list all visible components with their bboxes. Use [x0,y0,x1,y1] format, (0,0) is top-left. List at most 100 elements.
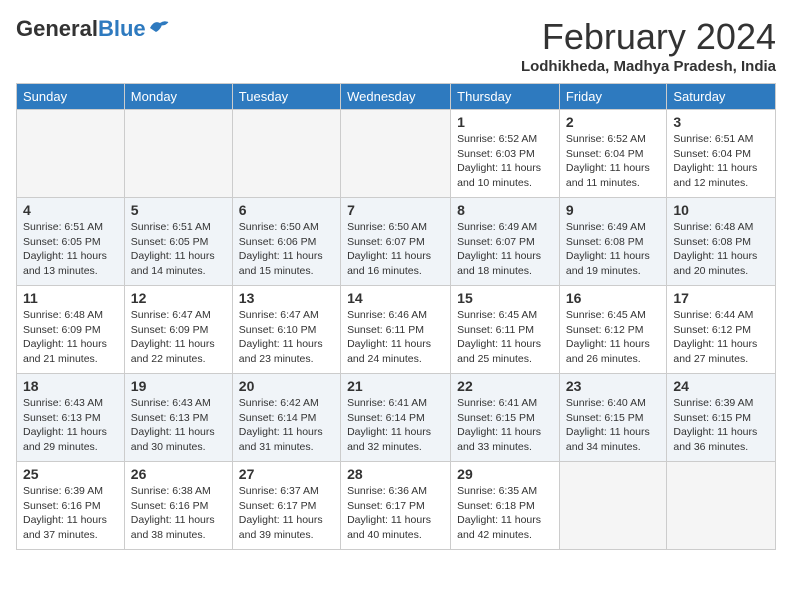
day-number: 18 [23,378,118,394]
day-number: 27 [239,466,334,482]
title-block: February 2024 Lodhikheda, Madhya Pradesh… [521,16,776,75]
calendar-day-cell: 27Sunrise: 6:37 AMSunset: 6:17 PMDayligh… [232,462,340,550]
day-info: Sunrise: 6:52 AMSunset: 6:04 PMDaylight:… [566,132,661,191]
day-number: 16 [566,290,661,306]
day-number: 28 [347,466,444,482]
day-info: Sunrise: 6:51 AMSunset: 6:04 PMDaylight:… [673,132,769,191]
calendar-day-cell: 28 Sunrise: 6:36 AMSunset: 6:17 PMDayligh… [341,462,451,550]
calendar-day-cell: 7 Sunrise: 6:50 AMSunset: 6:07 PMDaylight… [341,198,451,286]
page-header: GeneralBlue February 2024 Lodhikheda, Ma… [16,16,776,75]
day-number: 5 [131,202,226,218]
calendar-week-row: 1 Sunrise: 6:52 AMSunset: 6:03 PMDaylight… [17,110,776,198]
day-info: Sunrise: 6:45 AMSunset: 6:12 PMDaylight:… [566,308,661,367]
calendar-day-cell: 25 Sunrise: 6:39 AMSunset: 6:16 PMDayligh… [17,462,125,550]
calendar-day-cell: 17 Sunrise: 6:44 AMSunset: 6:12 PMDayligh… [667,286,776,374]
day-info: Sunrise: 6:43 AMSunset: 6:13 PMDaylight:… [131,396,226,455]
day-number: 26 [131,466,226,482]
calendar-day-cell: 12Sunrise: 6:47 AMSunset: 6:09 PMDayligh… [124,286,232,374]
calendar-day-cell: 22 Sunrise: 6:41 AMSunset: 6:15 PMDayligh… [451,374,560,462]
calendar-day-cell: 1 Sunrise: 6:52 AMSunset: 6:03 PMDaylight… [451,110,560,198]
day-info: Sunrise: 6:41 AMSunset: 6:15 PMDaylight:… [457,396,553,455]
calendar-day-cell: 6 Sunrise: 6:50 AMSunset: 6:06 PMDaylight… [232,198,340,286]
calendar-day-cell: 29 Sunrise: 6:35 AMSunset: 6:18 PMDayligh… [451,462,560,550]
day-number: 9 [566,202,661,218]
calendar-day-cell: 8Sunrise: 6:49 AMSunset: 6:07 PMDaylight… [451,198,560,286]
day-info: Sunrise: 6:43 AMSunset: 6:13 PMDaylight:… [23,396,118,455]
calendar-day-cell [232,110,340,198]
day-number: 19 [131,378,226,394]
calendar-day-cell [17,110,125,198]
day-number: 17 [673,290,769,306]
calendar-day-cell [341,110,451,198]
day-number: 1 [457,114,553,130]
day-info: Sunrise: 6:49 AMSunset: 6:08 PMDaylight:… [566,220,661,279]
day-info: Sunrise: 6:47 AMSunset: 6:09 PMDaylight:… [131,308,226,367]
day-number: 15 [457,290,553,306]
calendar-day-cell: 3 Sunrise: 6:51 AMSunset: 6:04 PMDaylight… [667,110,776,198]
month-title: February 2024 [521,16,776,58]
day-info: Sunrise: 6:48 AMSunset: 6:09 PMDaylight:… [23,308,118,367]
day-number: 2 [566,114,661,130]
weekday-header-friday: Friday [559,84,667,110]
calendar-day-cell: 16 Sunrise: 6:45 AMSunset: 6:12 PMDayligh… [559,286,667,374]
day-info: Sunrise: 6:46 AMSunset: 6:11 PMDaylight:… [347,308,444,367]
calendar-week-row: 18 Sunrise: 6:43 AMSunset: 6:13 PMDayligh… [17,374,776,462]
day-info: Sunrise: 6:39 AMSunset: 6:15 PMDaylight:… [673,396,769,455]
day-number: 22 [457,378,553,394]
day-info: Sunrise: 6:39 AMSunset: 6:16 PMDaylight:… [23,484,118,543]
weekday-header-tuesday: Tuesday [232,84,340,110]
calendar-day-cell: 18 Sunrise: 6:43 AMSunset: 6:13 PMDayligh… [17,374,125,462]
day-info: Sunrise: 6:48 AMSunset: 6:08 PMDaylight:… [673,220,769,279]
calendar-day-cell: 13Sunrise: 6:47 AMSunset: 6:10 PMDayligh… [232,286,340,374]
day-number: 23 [566,378,661,394]
day-number: 8 [457,202,553,218]
day-number: 7 [347,202,444,218]
day-number: 29 [457,466,553,482]
calendar-day-cell: 14Sunrise: 6:46 AMSunset: 6:11 PMDayligh… [341,286,451,374]
day-number: 20 [239,378,334,394]
day-info: Sunrise: 6:36 AMSunset: 6:17 PMDaylight:… [347,484,444,543]
location: Lodhikheda, Madhya Pradesh, India [521,58,776,75]
calendar-day-cell: 23 Sunrise: 6:40 AMSunset: 6:15 PMDayligh… [559,374,667,462]
weekday-header-thursday: Thursday [451,84,560,110]
weekday-header-monday: Monday [124,84,232,110]
calendar-day-cell [124,110,232,198]
day-info: Sunrise: 6:35 AMSunset: 6:18 PMDaylight:… [457,484,553,543]
day-number: 21 [347,378,444,394]
calendar-day-cell: 9 Sunrise: 6:49 AMSunset: 6:08 PMDaylight… [559,198,667,286]
weekday-header-wednesday: Wednesday [341,84,451,110]
day-number: 13 [239,290,334,306]
calendar-day-cell: 11 Sunrise: 6:48 AMSunset: 6:09 PMDayligh… [17,286,125,374]
weekday-header-sunday: Sunday [17,84,125,110]
day-number: 6 [239,202,334,218]
calendar-table: SundayMondayTuesdayWednesdayThursdayFrid… [16,83,776,550]
day-info: Sunrise: 6:51 AMSunset: 6:05 PMDaylight:… [131,220,226,279]
weekday-header-saturday: Saturday [667,84,776,110]
day-info: Sunrise: 6:52 AMSunset: 6:03 PMDaylight:… [457,132,553,191]
day-number: 11 [23,290,118,306]
day-number: 10 [673,202,769,218]
day-number: 4 [23,202,118,218]
calendar-day-cell: 5 Sunrise: 6:51 AMSunset: 6:05 PMDaylight… [124,198,232,286]
calendar-week-row: 11 Sunrise: 6:48 AMSunset: 6:09 PMDayligh… [17,286,776,374]
logo-text: GeneralBlue [16,16,146,42]
day-info: Sunrise: 6:45 AMSunset: 6:11 PMDaylight:… [457,308,553,367]
calendar-day-cell: 19 Sunrise: 6:43 AMSunset: 6:13 PMDayligh… [124,374,232,462]
day-number: 24 [673,378,769,394]
calendar-day-cell: 4 Sunrise: 6:51 AMSunset: 6:05 PMDaylight… [17,198,125,286]
day-info: Sunrise: 6:50 AMSunset: 6:06 PMDaylight:… [239,220,334,279]
day-info: Sunrise: 6:38 AMSunset: 6:16 PMDaylight:… [131,484,226,543]
day-number: 3 [673,114,769,130]
day-info: Sunrise: 6:40 AMSunset: 6:15 PMDaylight:… [566,396,661,455]
day-info: Sunrise: 6:41 AMSunset: 6:14 PMDaylight:… [347,396,444,455]
calendar-day-cell: 10 Sunrise: 6:48 AMSunset: 6:08 PMDayligh… [667,198,776,286]
calendar-week-row: 25 Sunrise: 6:39 AMSunset: 6:16 PMDayligh… [17,462,776,550]
day-info: Sunrise: 6:50 AMSunset: 6:07 PMDaylight:… [347,220,444,279]
calendar-day-cell: 15 Sunrise: 6:45 AMSunset: 6:11 PMDayligh… [451,286,560,374]
day-number: 25 [23,466,118,482]
calendar-day-cell [559,462,667,550]
logo-bird-icon [148,18,170,36]
day-info: Sunrise: 6:44 AMSunset: 6:12 PMDaylight:… [673,308,769,367]
day-info: Sunrise: 6:51 AMSunset: 6:05 PMDaylight:… [23,220,118,279]
calendar-day-cell: 24 Sunrise: 6:39 AMSunset: 6:15 PMDayligh… [667,374,776,462]
